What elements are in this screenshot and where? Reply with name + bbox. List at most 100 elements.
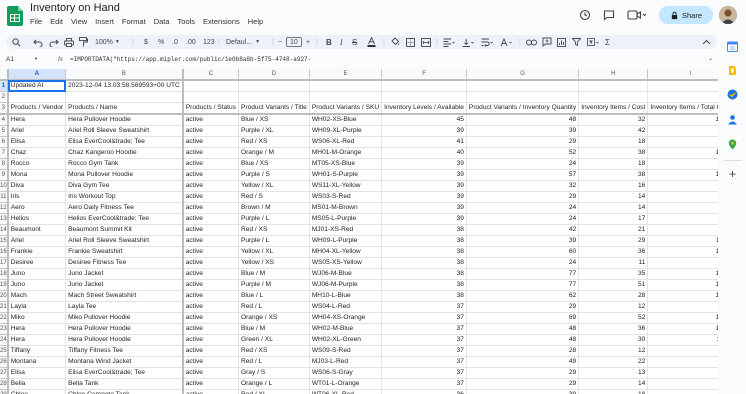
cell-b1[interactable]: 2023-12-04 13:03:58.569593+00 UTC	[65, 80, 184, 92]
cell-b29[interactable]: Chloe Compete Tank	[65, 389, 184, 394]
undo-icon[interactable]	[33, 35, 43, 49]
cell-c5[interactable]: active	[182, 125, 239, 137]
cell-h15[interactable]: 29	[578, 235, 649, 247]
add-addon-icon[interactable]: +	[727, 168, 738, 180]
cell-e1[interactable]	[309, 80, 383, 92]
cell-a7[interactable]: Chaz	[7, 147, 67, 159]
cell-g22[interactable]: 69	[466, 312, 580, 324]
cell-f25[interactable]: 37	[381, 345, 467, 357]
cell-f20[interactable]: 38	[381, 290, 467, 302]
tasks-icon[interactable]	[727, 87, 738, 100]
row-header[interactable]: 3	[0, 102, 9, 115]
cell-c23[interactable]: active	[182, 323, 239, 335]
cell-h25[interactable]: 12	[578, 345, 649, 357]
number-format-button[interactable]: 123	[203, 35, 215, 49]
cell-b4[interactable]: Hera Pullover Hoodie	[65, 114, 184, 126]
cell-b12[interactable]: Aero Daily Fitness Tee	[65, 202, 184, 214]
cell-a20[interactable]: Mach	[7, 290, 67, 302]
row-header[interactable]: 12	[0, 202, 9, 214]
cell-i22[interactable]: 1924	[647, 312, 718, 324]
cell-d21[interactable]: Red / L	[238, 301, 310, 313]
cell-i18[interactable]: 1330	[647, 268, 718, 280]
cell-a22[interactable]: Miko	[7, 312, 67, 324]
cell-h8[interactable]: 18	[578, 158, 649, 170]
cell-e19[interactable]: WJ06-M-Purple	[309, 279, 383, 291]
cell-f10[interactable]: 39	[381, 180, 467, 192]
cell-i5[interactable]: 714	[647, 125, 718, 137]
cell-h5[interactable]: 42	[578, 125, 649, 137]
cell-table[interactable]: ABCDEFGHIJKLM 1Updated At2023-12-04 13:0…	[0, 69, 718, 394]
cell-d12[interactable]: Brown / M	[238, 202, 310, 214]
cell-d9[interactable]: Purple / S	[238, 169, 310, 181]
cell-c26[interactable]: active	[182, 356, 239, 368]
cell-a29[interactable]: Chloe	[7, 389, 67, 394]
cell-a15[interactable]: Ariel	[7, 235, 67, 247]
cell-c21[interactable]: active	[182, 301, 239, 313]
functions-icon[interactable]: Σ	[605, 35, 610, 49]
cell-d2[interactable]	[238, 91, 310, 103]
cell-b8[interactable]: Rocco Gym Tank	[65, 158, 184, 170]
cell-b23[interactable]: Hera Pullover Hoodie	[65, 323, 184, 335]
cell-b25[interactable]: Tiffany Fitness Tee	[65, 345, 184, 357]
text-color-icon[interactable]	[367, 35, 376, 49]
cell-a9[interactable]: Mona	[7, 169, 67, 181]
cell-d22[interactable]: Orange / XS	[238, 312, 310, 324]
font-size-decrease-button[interactable]: −	[278, 35, 282, 49]
cell-g18[interactable]: 77	[466, 268, 580, 280]
cell-a11[interactable]: Iris	[7, 191, 67, 203]
cell-a12[interactable]: Aero	[7, 202, 67, 214]
cell-g1[interactable]	[466, 80, 580, 92]
cell-f3[interactable]: Inventory Levels / Available	[381, 102, 467, 115]
cell-h16[interactable]: 36	[578, 246, 649, 258]
cell-f14[interactable]: 38	[381, 224, 467, 236]
decrease-decimal-button[interactable]: .0	[172, 35, 178, 49]
row-header[interactable]: 19	[0, 279, 9, 291]
cell-b11[interactable]: Iris Workout Top	[65, 191, 184, 203]
cell-a14[interactable]: Beaumont	[7, 224, 67, 236]
chevron-down-icon[interactable]: ▼	[34, 56, 38, 61]
cell-a10[interactable]: Diva	[7, 180, 67, 192]
cell-a18[interactable]: Juno	[7, 268, 67, 280]
row-header[interactable]: 1	[0, 80, 9, 92]
row-header[interactable]: 27	[0, 367, 9, 379]
cell-b13[interactable]: Helios EverCool&trade; Tee	[65, 213, 184, 225]
cell-f19[interactable]: 38	[381, 279, 467, 291]
cell-g11[interactable]: 29	[466, 191, 580, 203]
menu-file[interactable]: File	[30, 17, 42, 26]
share-button[interactable]: Share	[659, 6, 713, 24]
cell-b22[interactable]: Miko Pullover Hoodie	[65, 312, 184, 324]
cell-i25[interactable]: 444	[647, 345, 718, 357]
cell-e2[interactable]	[309, 91, 383, 103]
cell-i2[interactable]	[647, 91, 718, 103]
vertical-align-icon[interactable]	[462, 35, 474, 49]
cell-g28[interactable]: 29	[466, 378, 580, 390]
cell-e3[interactable]: Product Variants / SKU	[309, 102, 383, 115]
row-header[interactable]: 17	[0, 257, 9, 269]
cell-h4[interactable]: 32	[578, 114, 649, 126]
cell-h9[interactable]: 38	[578, 169, 649, 181]
cell-g12[interactable]: 24	[466, 202, 580, 214]
column-header-f[interactable]: F	[381, 69, 467, 81]
cell-d11[interactable]: Red / S	[238, 191, 310, 203]
row-header[interactable]: 16	[0, 246, 9, 258]
cell-h21[interactable]: 12	[578, 301, 649, 313]
cell-g5[interactable]: 39	[466, 125, 580, 137]
cell-b26[interactable]: Montana Wind Jacket	[65, 356, 184, 368]
row-header[interactable]: 24	[0, 334, 9, 346]
cell-d23[interactable]: Blue / M	[238, 323, 310, 335]
cell-i29[interactable]: 648	[647, 389, 718, 394]
column-header-i[interactable]: I	[647, 69, 718, 81]
cell-f5[interactable]: 39	[381, 125, 467, 137]
cell-d16[interactable]: Yellow / XL	[238, 246, 310, 258]
fill-color-icon[interactable]	[390, 35, 400, 49]
row-header[interactable]: 10	[0, 180, 9, 192]
cell-c7[interactable]: active	[182, 147, 239, 159]
cell-e5[interactable]: WH09-XL-Purple	[309, 125, 383, 137]
row-header[interactable]: 4	[0, 114, 9, 126]
cell-f2[interactable]	[381, 91, 467, 103]
cell-e28[interactable]: WT01-L-Orange	[309, 378, 383, 390]
font-size-increase-button[interactable]: +	[306, 35, 310, 49]
cell-e24[interactable]: WH02-XL-Green	[309, 334, 383, 346]
cell-a26[interactable]: Montana	[7, 356, 67, 368]
cell-e9[interactable]: WH01-S-Purple	[309, 169, 383, 181]
